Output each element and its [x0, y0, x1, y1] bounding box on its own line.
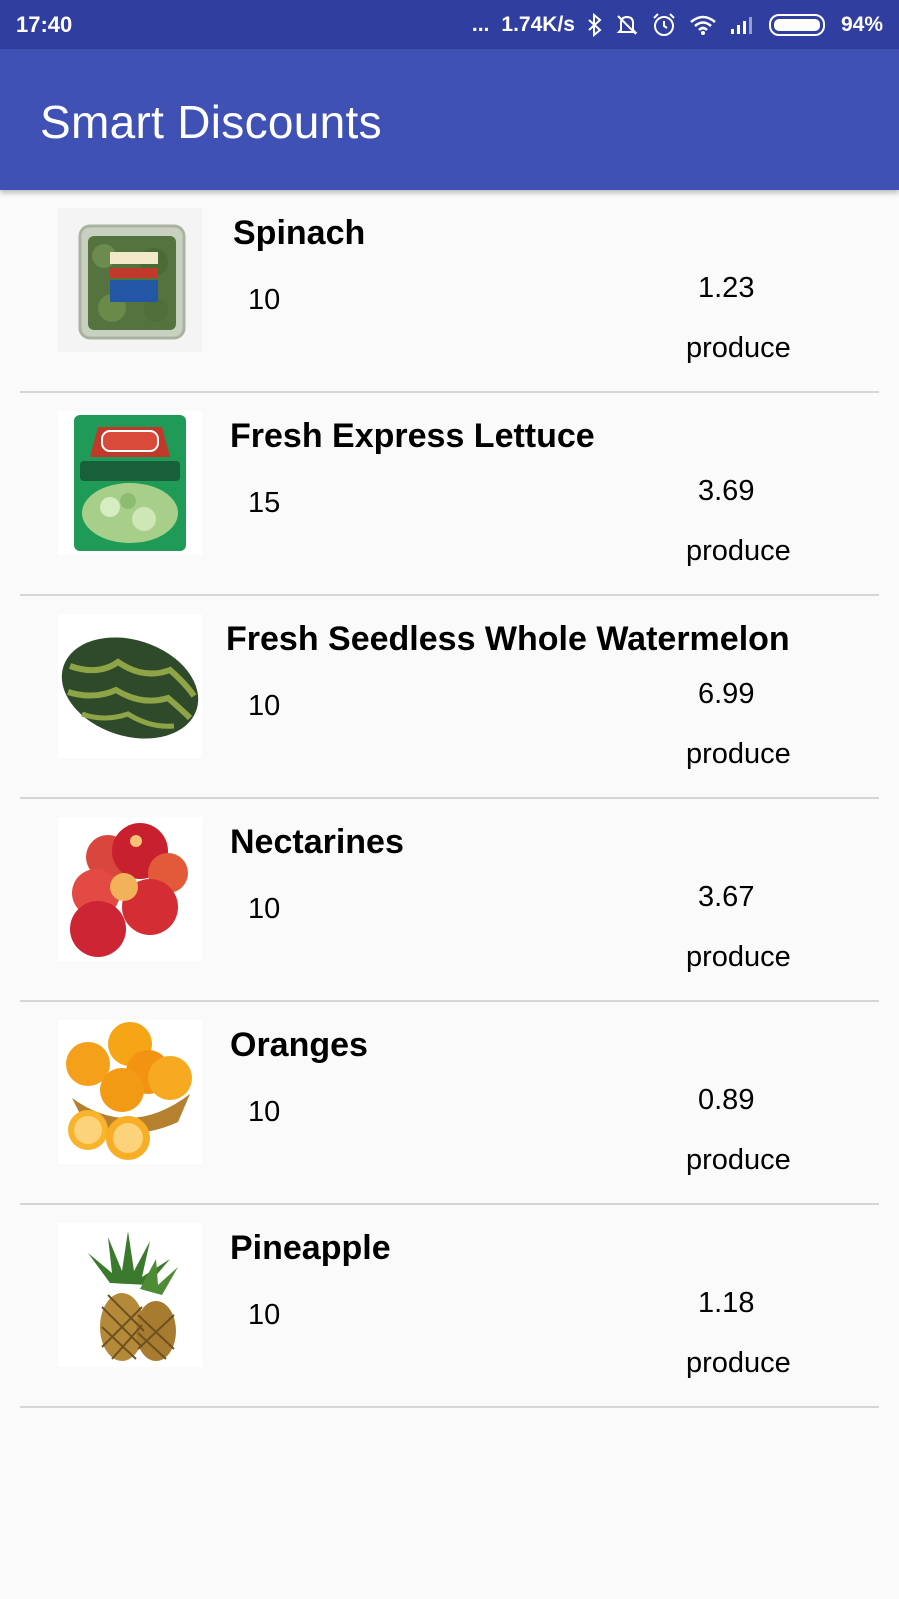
product-item-watermelon[interactable]: Fresh Seedless Whole Watermelon 10 6.99 …: [0, 596, 899, 799]
product-name: Nectarines: [230, 823, 404, 861]
product-item-pineapple[interactable]: Pineapple 10 1.18 produce: [0, 1205, 899, 1408]
product-quantity: 10: [248, 1299, 281, 1331]
product-name: Oranges: [230, 1026, 368, 1064]
product-quantity: 15: [248, 487, 281, 519]
wifi-icon: [689, 14, 717, 36]
product-name: Spinach: [233, 214, 366, 252]
oranges-image: [58, 1020, 202, 1164]
app-title: Smart Discounts: [40, 96, 382, 148]
product-item-oranges[interactable]: Oranges 10 0.89 produce: [0, 1002, 899, 1205]
product-name: Fresh Seedless Whole Watermelon: [226, 620, 790, 658]
product-name: Pineapple: [230, 1229, 391, 1267]
status-icons: ... 1.74K/s 94%: [472, 12, 883, 38]
product-name: Fresh Express Lettuce: [230, 417, 595, 455]
product-category: produce: [686, 1347, 791, 1379]
spinach-image: [58, 208, 202, 352]
mute-bell-icon: [615, 13, 639, 37]
product-category: produce: [686, 535, 791, 567]
product-item-nectarines[interactable]: Nectarines 10 3.67 produce: [0, 799, 899, 1002]
product-quantity: 10: [248, 1096, 281, 1128]
product-list: Spinach 10 1.23 produce Fresh Express Le…: [0, 190, 899, 1408]
battery-icon: [768, 13, 829, 37]
app-bar: Smart Discounts: [0, 49, 899, 190]
product-item-spinach[interactable]: Spinach 10 1.23 produce: [0, 190, 899, 393]
lettuce-image: [58, 411, 202, 555]
product-category: produce: [686, 1144, 791, 1176]
product-quantity: 10: [248, 690, 281, 722]
status-time: 17:40: [16, 11, 73, 37]
product-price: 1.18: [698, 1287, 755, 1319]
nectarines-image: [58, 817, 202, 961]
divider: [20, 1406, 879, 1408]
pineapple-image: [58, 1223, 202, 1367]
product-price: 3.69: [698, 475, 755, 507]
product-price: 1.23: [698, 272, 755, 304]
network-speed: 1.74K/s: [501, 12, 575, 36]
bluetooth-icon: [587, 12, 603, 37]
product-price: 6.99: [698, 678, 755, 710]
status-dots: ...: [471, 12, 490, 36]
watermelon-image: [58, 614, 202, 758]
product-category: produce: [686, 941, 791, 973]
product-quantity: 10: [248, 284, 281, 316]
product-item-lettuce[interactable]: Fresh Express Lettuce 15 3.69 produce: [0, 393, 899, 596]
signal-icon: [729, 14, 757, 36]
product-price: 0.89: [698, 1084, 755, 1116]
product-price: 3.67: [698, 881, 755, 913]
alarm-icon: [651, 12, 677, 38]
status-bar: 17:40 ... 1.74K/s 94%: [0, 0, 899, 49]
product-category: produce: [686, 738, 791, 770]
product-category: produce: [686, 332, 791, 364]
battery-percent: 94%: [840, 12, 883, 36]
product-quantity: 10: [248, 893, 281, 925]
